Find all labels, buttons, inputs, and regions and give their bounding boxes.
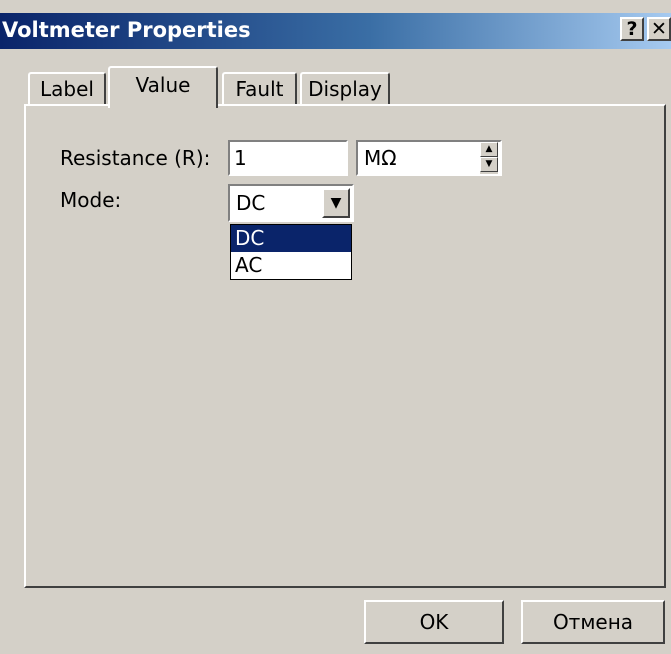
cancel-button[interactable]: Отмена bbox=[521, 600, 665, 644]
voltmeter-properties-dialog: Voltmeter Properties ? ✕ Label Value Fau… bbox=[0, 0, 671, 654]
mode-dropdown-list: DC AC bbox=[230, 224, 352, 280]
title-bar[interactable]: Voltmeter Properties ? ✕ bbox=[0, 13, 671, 49]
chevron-down-icon[interactable]: ▼ bbox=[322, 188, 350, 218]
close-button[interactable]: ✕ bbox=[647, 17, 671, 41]
resistance-input[interactable]: 1 bbox=[228, 140, 348, 176]
help-button[interactable]: ? bbox=[620, 17, 644, 41]
tab-label[interactable]: Label bbox=[28, 72, 106, 106]
spin-down-icon[interactable]: ▼ bbox=[480, 157, 498, 172]
mode-option-dc[interactable]: DC bbox=[231, 225, 351, 252]
resistance-label: Resistance (R): bbox=[60, 146, 211, 170]
unit-spin-buttons: ▲ ▼ bbox=[480, 142, 498, 174]
resistance-unit-spinner[interactable]: MΩ ▲ ▼ bbox=[356, 140, 502, 176]
spin-up-icon[interactable]: ▲ bbox=[480, 142, 498, 157]
tab-fault[interactable]: Fault bbox=[222, 72, 297, 106]
tab-display[interactable]: Display bbox=[300, 72, 390, 106]
value-tab-panel: Resistance (R): 1 MΩ ▲ ▼ Mode: DC ▼ DC A… bbox=[24, 104, 666, 588]
mode-label: Mode: bbox=[60, 188, 122, 212]
ok-button[interactable]: OK bbox=[364, 600, 504, 644]
window-title: Voltmeter Properties bbox=[2, 18, 251, 42]
resistance-unit-value: MΩ bbox=[364, 146, 397, 170]
tab-value[interactable]: Value bbox=[108, 66, 218, 108]
mode-option-ac[interactable]: AC bbox=[231, 252, 351, 279]
mode-select[interactable]: DC ▼ bbox=[228, 184, 354, 222]
mode-selected-value: DC bbox=[236, 191, 266, 215]
